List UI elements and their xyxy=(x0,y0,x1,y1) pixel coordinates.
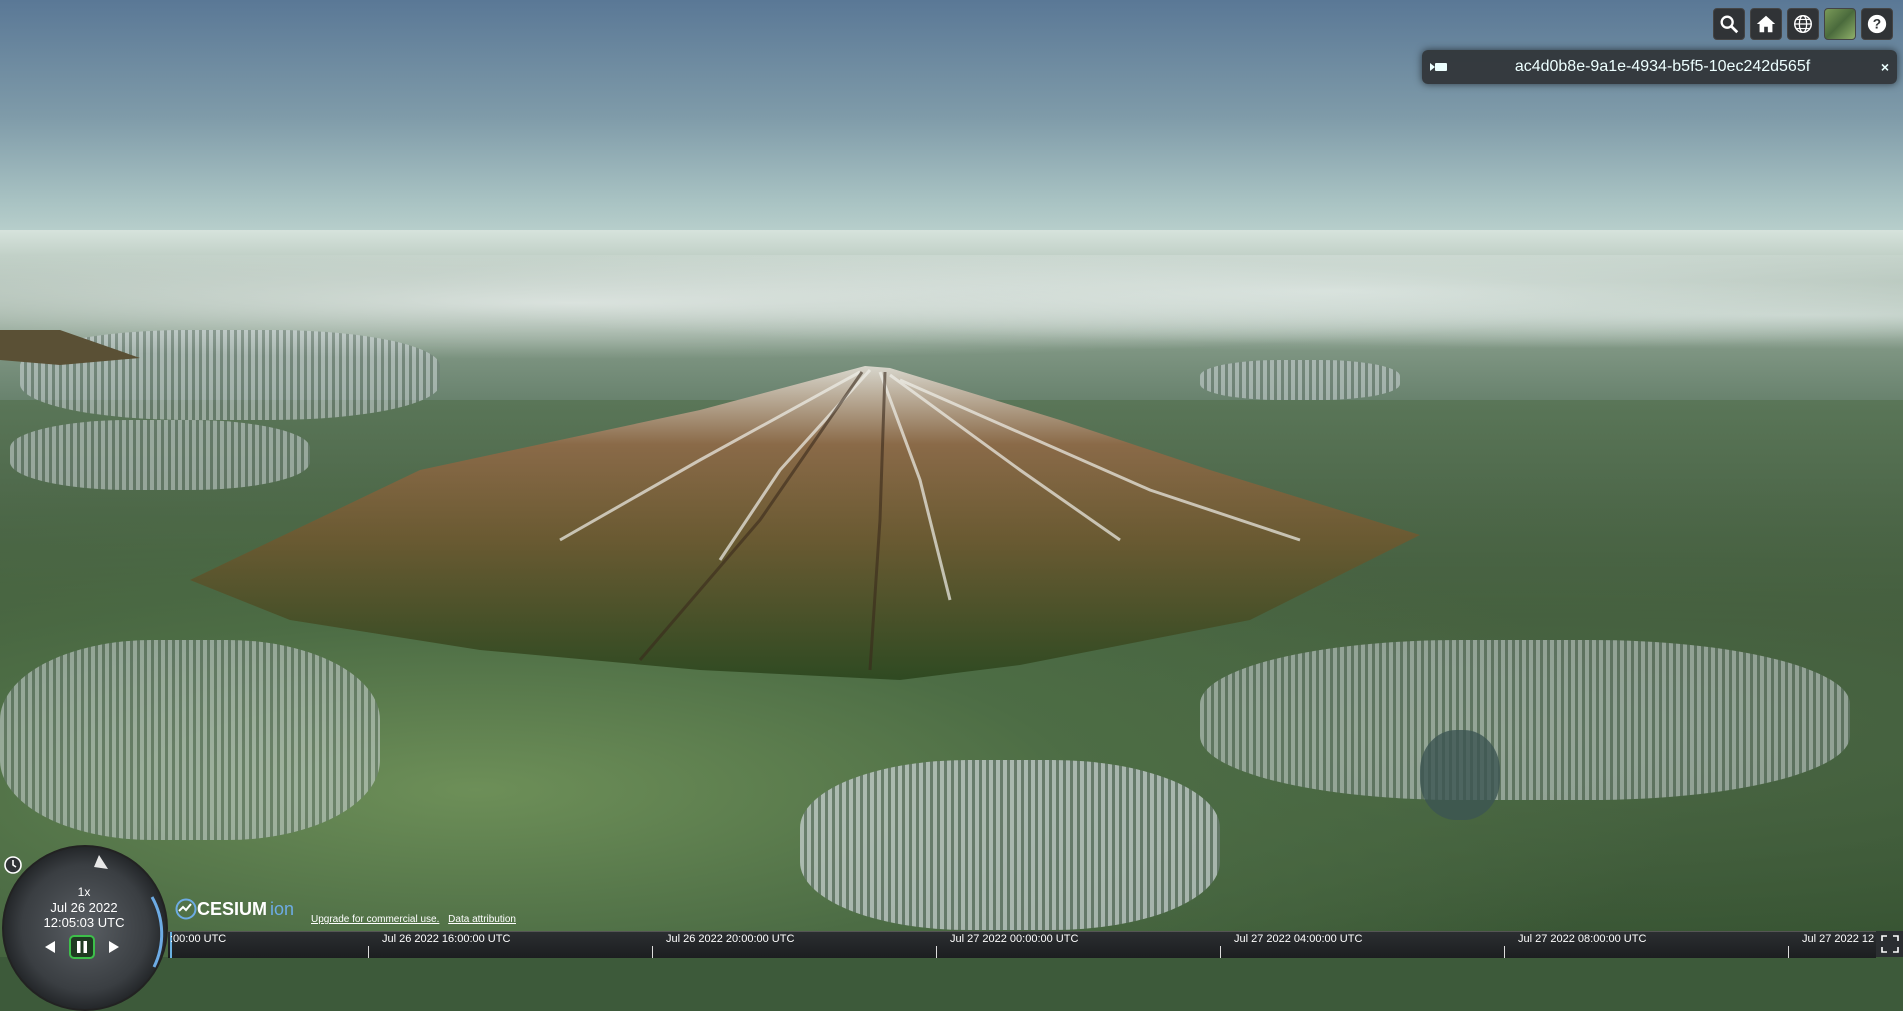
timeline-label: Jul 27 2022 00:00:00 UTC xyxy=(950,933,1079,945)
timeline-tick xyxy=(1504,946,1505,958)
viewer-toolbar: ? xyxy=(1713,8,1893,40)
play-reverse-icon xyxy=(45,941,55,953)
animation-speed: 1x xyxy=(77,885,91,899)
timeline-label: Jul 27 2022 04:00:00 UTC xyxy=(1234,933,1363,945)
animation-date: Jul 26 2022 xyxy=(50,900,118,915)
infobox-title: ac4d0b8e-9a1e-4934-b5f5-10ec242d565f xyxy=(1514,58,1811,75)
timeline-label: Jul 27 2022 08:00:00 UTC xyxy=(1518,933,1647,945)
infobox-close-button[interactable]: × xyxy=(1873,59,1897,75)
timeline[interactable]: :00:00 UTC Jul 26 2022 16:00:00 UTC Jul … xyxy=(168,931,1876,958)
globe-viewport[interactable] xyxy=(0,0,1903,957)
timeline-tick xyxy=(936,946,937,958)
timeline-tick xyxy=(368,946,369,958)
home-button[interactable] xyxy=(1750,8,1782,40)
globe-icon xyxy=(1794,15,1812,33)
svg-text:?: ? xyxy=(1873,17,1881,32)
timeline-label: Jul 26 2022 16:00:00 UTC xyxy=(382,933,511,945)
timeline-label: :00:00 UTC xyxy=(170,933,227,945)
cesium-logo-icon xyxy=(175,898,197,920)
logo-suffix: ion xyxy=(270,898,295,919)
credits: Upgrade for commercial use. Data attribu… xyxy=(311,914,522,925)
play-forward-button[interactable] xyxy=(101,935,127,959)
animation-widget: 1x Jul 26 2022 12:05:03 UTC xyxy=(0,843,170,1011)
search-button[interactable] xyxy=(1713,8,1745,40)
cesium-ion-logo[interactable]: CESIUM ion xyxy=(175,898,294,920)
scene-mode-button[interactable] xyxy=(1787,8,1819,40)
data-attribution-link[interactable]: Data attribution xyxy=(448,914,516,925)
infobox: ac4d0b8e-9a1e-4934-b5f5-10ec242d565f × xyxy=(1422,50,1897,84)
help-icon: ? xyxy=(1867,14,1887,34)
help-button[interactable]: ? xyxy=(1861,8,1893,40)
fullscreen-icon xyxy=(1880,935,1899,953)
timeline-tick xyxy=(1788,946,1789,958)
camera-icon[interactable] xyxy=(1430,61,1452,73)
timeline-label: Jul 26 2022 20:00:00 UTC xyxy=(666,933,795,945)
timeline-tick xyxy=(1220,946,1221,958)
play-forward-icon xyxy=(109,941,119,953)
volcano-terrain xyxy=(0,330,1420,680)
timeline-label: Jul 27 2022 12 xyxy=(1802,933,1875,945)
search-icon xyxy=(1720,15,1739,34)
home-icon xyxy=(1756,15,1776,33)
timeline-tick xyxy=(652,946,653,958)
pause-button[interactable] xyxy=(69,935,95,959)
animation-time: 12:05:03 UTC xyxy=(43,915,125,930)
logo-text: CESIUM xyxy=(197,898,268,919)
pause-icon xyxy=(77,941,87,953)
base-layer-picker-button[interactable] xyxy=(1824,8,1856,40)
fullscreen-button[interactable] xyxy=(1876,931,1903,957)
upgrade-link[interactable]: Upgrade for commercial use. xyxy=(311,914,439,925)
play-reverse-button[interactable] xyxy=(37,935,63,959)
